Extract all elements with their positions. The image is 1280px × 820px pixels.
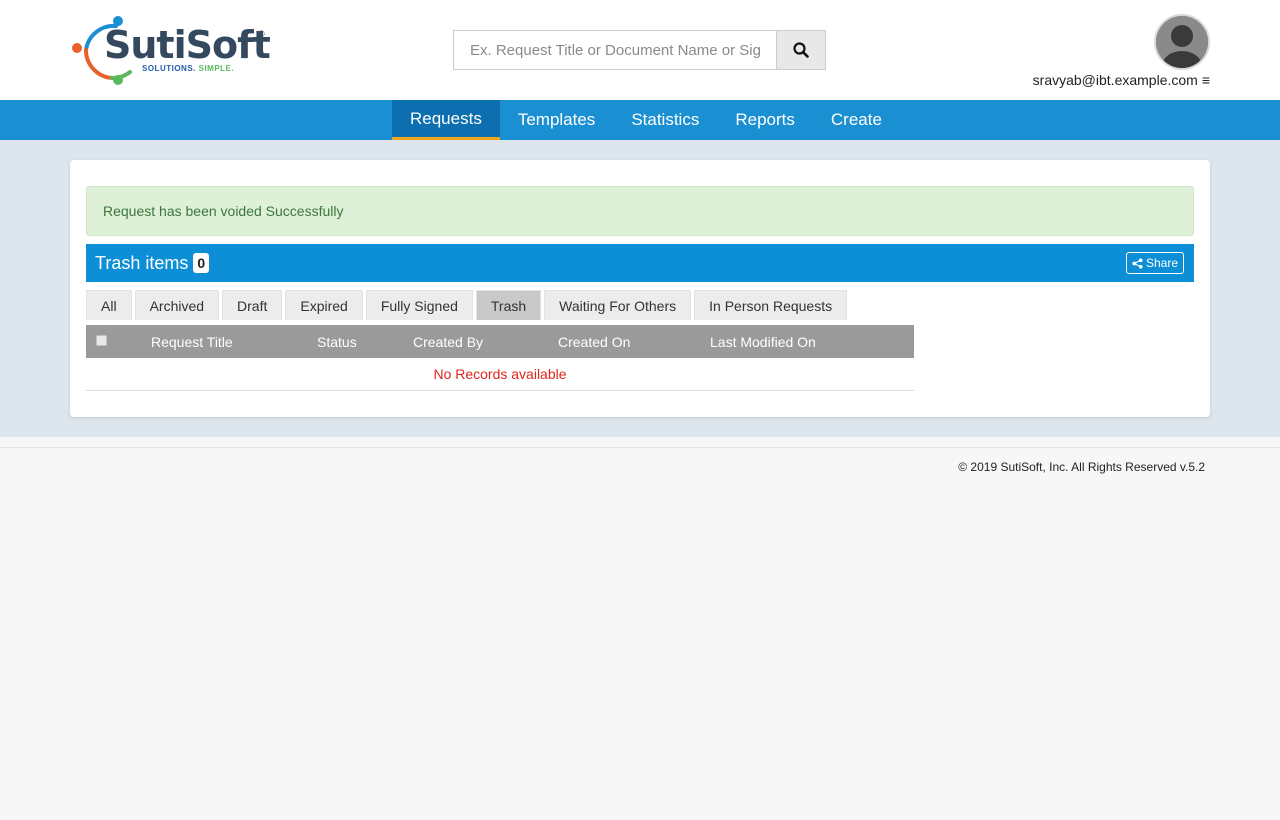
user-menu[interactable]: sravyab@ibt.example.com ≡ — [1033, 72, 1210, 88]
logo-tagline-solutions: SOLUTIONS. — [142, 64, 196, 73]
no-records-message: No Records available — [86, 358, 914, 391]
column-header-request-title[interactable]: Request Title — [151, 325, 233, 358]
search-icon — [793, 42, 809, 58]
column-header-created-by[interactable]: Created By — [413, 325, 483, 358]
column-header-status[interactable]: Status — [317, 325, 357, 358]
nav-tab-templates[interactable]: Templates — [500, 100, 613, 140]
tab-fully-signed[interactable]: Fully Signed — [365, 290, 473, 320]
nav-tab-requests[interactable]: Requests — [392, 100, 500, 140]
tab-archived[interactable]: Archived — [134, 290, 220, 320]
main-nav: Requests Templates Statistics Reports Cr… — [0, 100, 1280, 140]
user-avatar[interactable] — [1154, 14, 1210, 70]
nav-tab-reports[interactable]: Reports — [717, 100, 813, 140]
success-alert-message: Request has been voided Successfully — [103, 203, 344, 219]
column-header-created-on[interactable]: Created On — [558, 325, 630, 358]
search-button[interactable] — [776, 30, 826, 70]
share-button[interactable]: Share — [1125, 252, 1184, 274]
nav-tab-create[interactable]: Create — [813, 100, 900, 140]
logo-wordmark: SutiSoft — [104, 23, 271, 67]
content-panel: Request has been voided Successfully Tra… — [70, 160, 1210, 417]
logo-tagline-simple: SIMPLE. — [198, 64, 235, 73]
table-header-row: Request Title Status Created By Created … — [86, 325, 914, 358]
requests-table: Request Title Status Created By Created … — [86, 325, 914, 391]
trash-items-header: Trash items 0 Share — [86, 244, 1194, 282]
success-alert: Request has been voided Successfully — [86, 186, 1194, 236]
tab-draft[interactable]: Draft — [222, 290, 283, 320]
trash-items-count-badge: 0 — [193, 253, 210, 273]
search-input[interactable] — [453, 30, 777, 70]
hamburger-icon[interactable]: ≡ — [1202, 73, 1210, 87]
logo-tagline: SOLUTIONS. SIMPLE. — [142, 64, 234, 73]
search-bar — [453, 30, 826, 70]
select-all-checkbox[interactable] — [96, 335, 107, 346]
footer-divider — [0, 447, 1280, 448]
footer-copyright: © 2019 SutiSoft, Inc. All Rights Reserve… — [958, 460, 1205, 474]
tab-all[interactable]: All — [86, 290, 132, 320]
column-header-last-modified-on[interactable]: Last Modified On — [710, 325, 816, 358]
sutisoft-logo[interactable]: SutiSoft ® SOLUTIONS. SIMPLE. — [72, 14, 272, 88]
tab-expired[interactable]: Expired — [285, 290, 363, 320]
nav-tab-statistics[interactable]: Statistics — [613, 100, 717, 140]
logo-registered-mark: ® — [258, 29, 265, 39]
user-email: sravyab@ibt.example.com — [1032, 72, 1198, 88]
tab-in-person-requests[interactable]: In Person Requests — [694, 290, 848, 320]
user-avatar-icon — [1156, 16, 1208, 68]
trash-items-title: Trash items — [95, 252, 189, 273]
share-button-label: Share — [1145, 256, 1178, 270]
filter-tabs: All Archived Draft Expired Fully Signed … — [86, 290, 848, 320]
share-icon — [1132, 257, 1143, 269]
tab-trash[interactable]: Trash — [475, 290, 542, 320]
tab-waiting-for-others[interactable]: Waiting For Others — [544, 290, 692, 320]
app-header: SutiSoft ® SOLUTIONS. SIMPLE. sravyab@ib… — [0, 0, 1280, 100]
